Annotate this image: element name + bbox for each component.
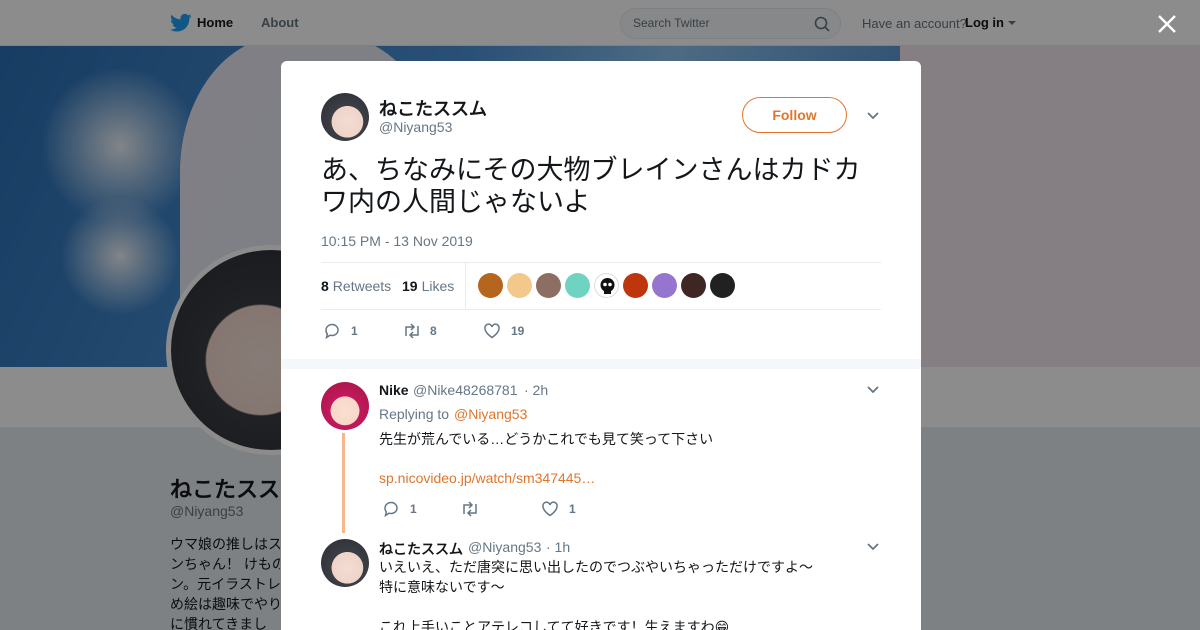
close-icon[interactable] xyxy=(1156,13,1178,35)
like-button[interactable]: 1 xyxy=(541,500,591,518)
liker-avatar[interactable] xyxy=(681,273,706,298)
tweet-modal: ねこたススム @Niyang53 Follow あ、ちなみにその大物ブレインさん… xyxy=(281,61,921,630)
retweet-count: 8 xyxy=(430,324,437,338)
retweet-button[interactable] xyxy=(460,500,490,518)
likes-label: Likes xyxy=(421,278,455,294)
heart-icon xyxy=(484,323,500,339)
reply-icon xyxy=(325,323,339,340)
chevron-down-icon[interactable] xyxy=(866,540,880,554)
liker-avatar[interactable] xyxy=(710,273,735,298)
thread-line xyxy=(342,433,345,533)
divider xyxy=(465,263,466,308)
reply-button[interactable]: 1 xyxy=(323,322,373,340)
liker-avatar[interactable] xyxy=(652,273,677,298)
avatar[interactable] xyxy=(321,93,369,141)
replying-to-label: Replying to xyxy=(379,406,450,422)
retweet-icon xyxy=(405,323,419,339)
likes-count: 19 xyxy=(402,278,418,294)
liker-avatar[interactable] xyxy=(565,273,590,298)
author-handle[interactable]: @Niyang53 xyxy=(379,119,452,135)
like-button[interactable]: 19 xyxy=(483,322,533,340)
liker-avatar[interactable] xyxy=(536,273,561,298)
liker-avatar[interactable] xyxy=(507,273,532,298)
liker-avatar[interactable] xyxy=(478,273,503,298)
liker-avatar[interactable] xyxy=(594,273,619,298)
retweets-label: Retweets xyxy=(332,278,392,294)
retweet-icon xyxy=(463,501,477,517)
heart-icon xyxy=(542,501,558,517)
retweets-count: 8 xyxy=(321,278,329,294)
follow-button[interactable]: Follow xyxy=(742,97,847,133)
tweet-timestamp[interactable]: 10:15 PM - 13 Nov 2019 xyxy=(321,233,473,249)
reply-link[interactable]: sp.nicovideo.jp/watch/sm347445… xyxy=(379,470,595,486)
reply-text: 先生が荒んでいる…どうかこれでも見て笑って下さい xyxy=(379,431,714,447)
reply-count: 1 xyxy=(410,502,417,516)
like-count: 1 xyxy=(569,502,576,516)
retweets-stat[interactable]: 8 Retweets xyxy=(321,278,391,294)
reply-text: いえいえ、ただ唐突に思い出したのでつぶやいちゃっただけですよ～ xyxy=(379,559,813,575)
chevron-down-icon[interactable] xyxy=(866,383,880,397)
liker-avatar[interactable] xyxy=(623,273,648,298)
reply-count: 1 xyxy=(351,324,358,338)
reply-time[interactable]: · 2h xyxy=(524,382,548,398)
reply-icon xyxy=(384,501,398,518)
reply-author-handle[interactable]: @Nike48268781 xyxy=(413,382,518,398)
avatar[interactable] xyxy=(321,539,369,587)
reply-author-handle[interactable]: @Niyang53 xyxy=(468,539,541,555)
section-divider xyxy=(281,359,921,369)
tweet-text: あ、ちなみにその大物ブレインさんはカドカワ内の人間じゃないよ xyxy=(321,155,861,217)
reply-author-name[interactable]: ねこたススム xyxy=(379,539,463,559)
divider xyxy=(321,309,881,310)
reply-button[interactable]: 1 xyxy=(382,500,432,518)
reply-text: 特に意味ないです～ xyxy=(379,579,505,595)
reply-text: これ上手いことアテレコしてて好きです！生えますわ😁 xyxy=(379,619,730,630)
reply-author-name[interactable]: Nike xyxy=(379,382,409,398)
like-count: 19 xyxy=(511,324,525,338)
avatar[interactable] xyxy=(321,382,369,430)
reply-time[interactable]: · 1h xyxy=(546,539,570,555)
divider xyxy=(321,262,881,263)
author-name[interactable]: ねこたススム xyxy=(379,95,487,121)
retweet-button[interactable]: 8 xyxy=(402,322,452,340)
replying-to-link[interactable]: @Niyang53 xyxy=(454,406,527,422)
likes-stat[interactable]: 19 Likes xyxy=(402,278,454,294)
skull-icon xyxy=(600,278,615,294)
chevron-down-icon[interactable] xyxy=(866,109,880,123)
